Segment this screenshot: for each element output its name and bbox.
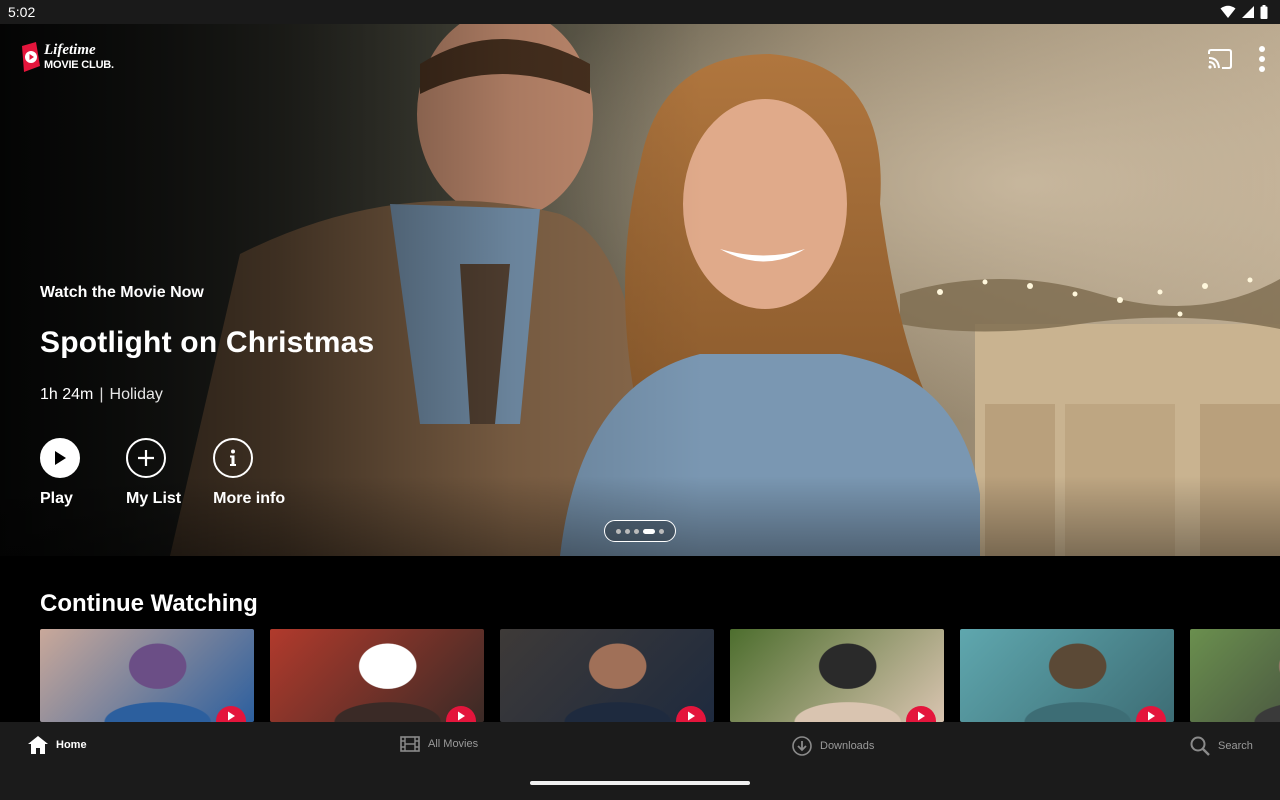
hero-genre: Holiday <box>109 386 163 403</box>
my-list-label: My List <box>126 490 182 507</box>
nav-downloads[interactable]: Downloads <box>792 736 874 756</box>
pager-dot[interactable] <box>643 528 655 534</box>
plus-icon <box>138 450 154 466</box>
status-icons <box>1220 5 1268 19</box>
continue-watching-rail[interactable] <box>40 629 1280 722</box>
wifi-icon <box>1220 5 1236 18</box>
pager-dot[interactable] <box>634 528 639 534</box>
battery-icon <box>1260 5 1268 19</box>
play-icon <box>1148 711 1155 721</box>
continue-tile-3[interactable] <box>500 629 714 722</box>
tile-thumbnail <box>1190 629 1280 722</box>
logo-line1: Lifetime <box>44 42 96 58</box>
info-icon <box>230 449 237 466</box>
more-info-circle <box>213 438 254 478</box>
bottom-nav: Home All Movies Downloads Search <box>0 722 1280 800</box>
play-icon <box>55 451 66 465</box>
cast-icon <box>1208 49 1232 69</box>
hero-banner[interactable]: Lifetime MOVIE CLUB. Watch the Movie Now… <box>0 24 1280 556</box>
pager-dot[interactable] <box>616 528 621 534</box>
lifetime-logo-icon <box>22 42 40 72</box>
download-icon <box>792 736 812 756</box>
hero-pager[interactable] <box>604 520 676 542</box>
status-time: 5:02 <box>8 4 36 20</box>
play-icon <box>228 711 235 721</box>
home-icon <box>28 736 48 754</box>
continue-tile-4[interactable] <box>730 629 944 722</box>
more-info-button[interactable]: More info <box>213 438 285 508</box>
film-icon <box>400 736 420 752</box>
search-icon <box>1190 736 1210 756</box>
pager-dot[interactable] <box>659 528 664 534</box>
cast-button[interactable] <box>1208 49 1232 69</box>
nav-search[interactable]: Search <box>1190 736 1253 756</box>
logo-line2: MOVIE CLUB. <box>44 59 114 71</box>
nav-home[interactable]: Home <box>28 736 87 754</box>
continue-watching-title: Continue Watching <box>40 590 258 617</box>
status-bar: 5:02 <box>0 0 1280 24</box>
more-options-button[interactable] <box>1258 46 1266 72</box>
play-icon <box>688 711 695 721</box>
nav-all-movies-label: All Movies <box>428 738 479 750</box>
play-label: Play <box>40 490 73 507</box>
top-actions <box>1208 46 1266 72</box>
more-info-label: More info <box>213 490 286 507</box>
pager-dot[interactable] <box>625 528 630 534</box>
logo-text: Lifetime MOVIE CLUB. <box>44 43 114 71</box>
signal-icon <box>1242 6 1254 18</box>
nav-all-movies[interactable]: All Movies <box>400 736 478 752</box>
continue-tile-6[interactable] <box>1190 629 1280 722</box>
hero-duration: 1h 24m <box>40 386 94 403</box>
play-circle <box>40 438 80 478</box>
continue-tile-2[interactable] <box>270 629 484 722</box>
hero-kicker: Watch the Movie Now <box>40 284 204 301</box>
my-list-circle <box>126 438 166 478</box>
play-button[interactable]: Play <box>40 438 80 508</box>
nav-downloads-label: Downloads <box>820 740 875 752</box>
play-icon <box>918 711 925 721</box>
hero-actions: Play My List More info <box>40 438 311 508</box>
my-list-button[interactable]: My List <box>126 438 181 508</box>
continue-tile-5[interactable] <box>960 629 1174 722</box>
hero-meta-separator: | <box>99 386 104 403</box>
gesture-bar[interactable] <box>530 781 750 785</box>
hero-meta: 1h 24m | Holiday <box>40 386 163 404</box>
nav-home-label: Home <box>56 739 87 751</box>
hero-title: Spotlight on Christmas <box>40 326 375 359</box>
more-vert-icon <box>1259 46 1265 72</box>
play-icon <box>458 711 465 721</box>
app-logo[interactable]: Lifetime MOVIE CLUB. <box>20 42 114 72</box>
continue-tile-1[interactable] <box>40 629 254 722</box>
nav-search-label: Search <box>1218 740 1253 752</box>
